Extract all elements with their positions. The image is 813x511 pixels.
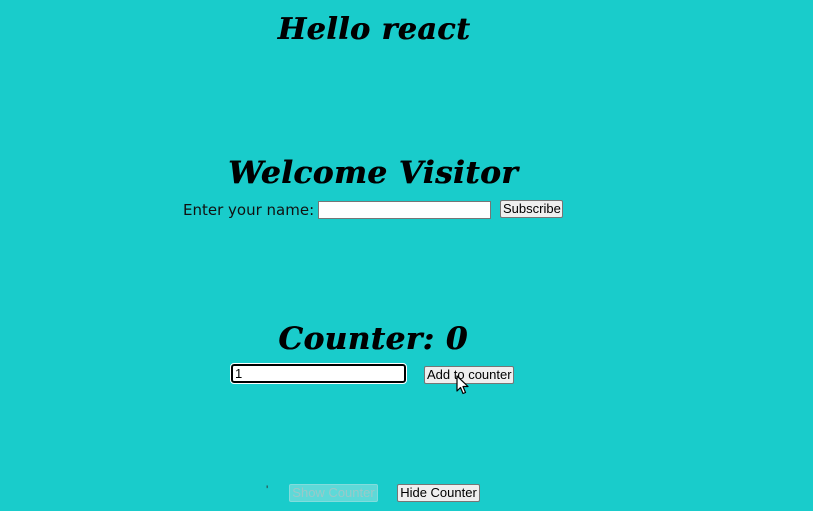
subscribe-button[interactable]: Subscribe [500, 200, 563, 218]
name-input[interactable] [318, 201, 492, 219]
show-counter-button[interactable]: Show Counter [289, 484, 378, 502]
stray-mark: ' [266, 483, 269, 497]
page-title: Hello react [277, 12, 471, 47]
add-to-counter-button[interactable]: Add to counter [424, 366, 514, 384]
counter-input[interactable] [230, 363, 407, 384]
counter-heading: Counter: 0 [278, 321, 468, 357]
hide-counter-button[interactable]: Hide Counter [397, 484, 480, 502]
welcome-heading: Welcome Visitor [228, 155, 518, 191]
name-form: Enter your name: [183, 199, 492, 221]
name-label: Enter your name: [183, 201, 315, 219]
